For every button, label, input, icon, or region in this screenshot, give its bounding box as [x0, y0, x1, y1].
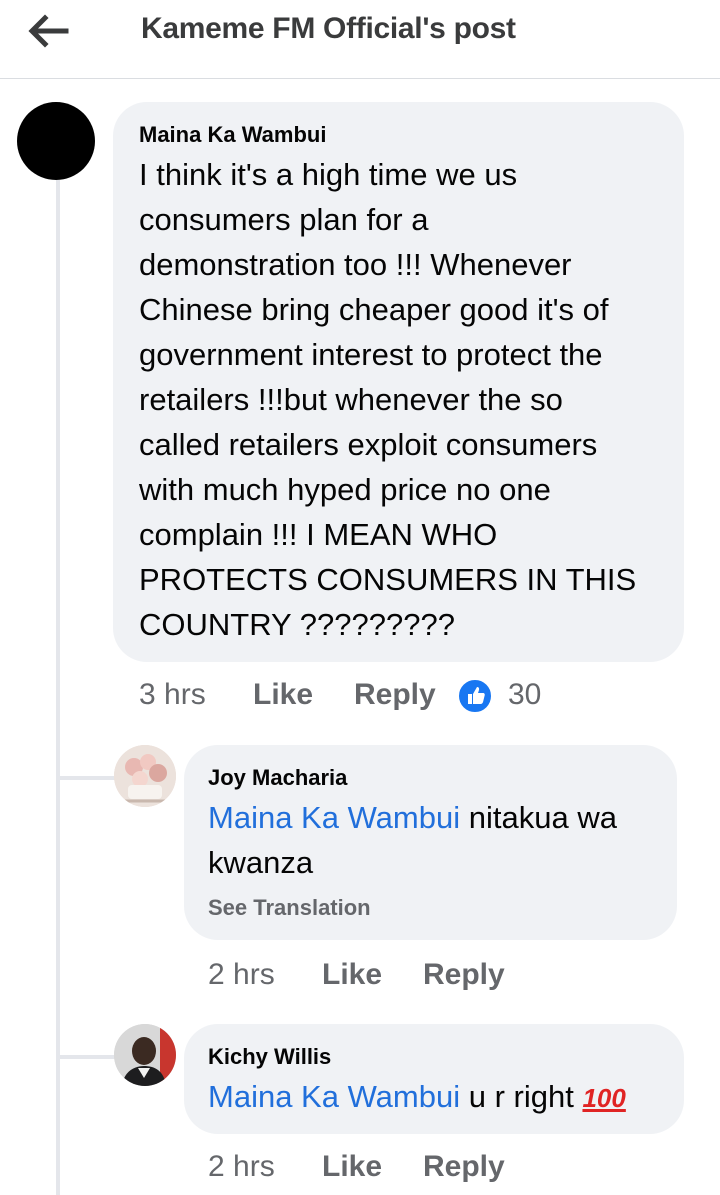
reply-button[interactable]: Reply — [423, 1150, 505, 1184]
hundred-points-icon: 100 — [582, 1083, 626, 1113]
comment-text-segment: nitakua wa — [460, 800, 617, 835]
comment-time: 2 hrs — [208, 1150, 275, 1183]
back-arrow-icon[interactable] — [26, 12, 70, 50]
comment-text: Maina Ka Wambui nitakua wa kwanza — [208, 795, 617, 885]
like-button[interactable]: Like — [322, 958, 382, 992]
thread-line — [56, 180, 60, 1195]
see-translation-link[interactable]: See Translation — [208, 895, 371, 921]
comment-time: 3 hrs — [139, 678, 206, 711]
reaction-count[interactable]: 30 — [508, 678, 541, 712]
comment-text-line: COUNTRY ????????? — [139, 607, 455, 642]
comment-text-line: demonstration too !!! Whenever — [139, 247, 572, 282]
comment-text-line: PROTECTS CONSUMERS IN THIS — [139, 562, 637, 597]
comment-author[interactable]: Kichy Willis — [208, 1044, 331, 1070]
thread-branch — [56, 1055, 116, 1059]
comment-text-line: government interest to protect the — [139, 337, 603, 372]
comment-text-line: with much hyped price no one — [139, 472, 551, 507]
comment-author[interactable]: Maina Ka Wambui — [139, 122, 326, 148]
reply-button[interactable]: Reply — [423, 958, 505, 992]
thread-branch — [56, 776, 116, 780]
comment-actions: 2 hrs Like Reply — [208, 958, 538, 998]
comment-text-line: Chinese bring cheaper good it's of — [139, 292, 609, 327]
page-title: Kameme FM Official's post — [141, 12, 516, 45]
comment-text-line: retailers !!!but whenever the so — [139, 382, 563, 417]
comment-text-line: complain !!! I MEAN WHO — [139, 517, 498, 552]
comment-text-segment: u r right — [460, 1079, 583, 1114]
avatar[interactable] — [114, 745, 176, 807]
top-bar: Kameme FM Official's post — [0, 0, 720, 79]
comment-text-line: I think it's a high time we us — [139, 157, 518, 192]
avatar[interactable] — [114, 1024, 176, 1086]
comment-author[interactable]: Joy Macharia — [208, 765, 347, 791]
comment-time: 2 hrs — [208, 958, 275, 991]
comment-text-line: consumers plan for a — [139, 202, 429, 237]
mention-link[interactable]: Maina Ka Wambui — [208, 1079, 460, 1114]
comment-actions: 2 hrs Like Reply — [208, 1150, 538, 1190]
mention-link[interactable]: Maina Ka Wambui — [208, 800, 460, 835]
like-button[interactable]: Like — [322, 1150, 382, 1184]
like-button[interactable]: Like — [253, 678, 313, 712]
comment-text-line: called retailers exploit consumers — [139, 427, 598, 462]
thumbs-up-icon[interactable] — [457, 678, 493, 714]
reply-button[interactable]: Reply — [354, 678, 436, 712]
comment-text: I think it's a high time we us consumers… — [139, 152, 636, 647]
comment-text: Maina Ka Wambui u r right 100 — [208, 1074, 626, 1121]
avatar-image — [114, 1024, 176, 1086]
comment-actions: 3 hrs Like Reply 30 — [139, 678, 579, 718]
avatar[interactable] — [17, 102, 95, 180]
avatar-image — [114, 745, 176, 807]
comment-text-line: kwanza — [208, 845, 314, 880]
